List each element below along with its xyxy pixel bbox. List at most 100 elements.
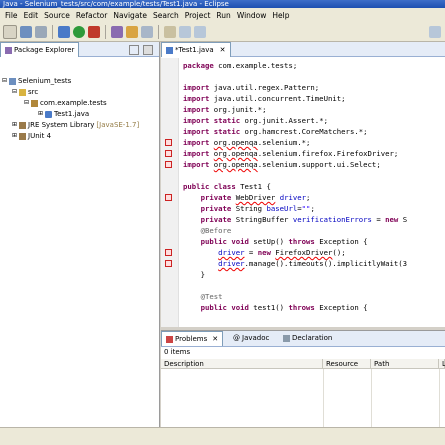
menu-bar: File Edit Source Refactor Navigate Searc… [0, 8, 445, 22]
new-icon[interactable] [3, 24, 17, 39]
code-line[interactable]: } [183, 269, 205, 280]
collapse-icon[interactable]: ⊟ [12, 87, 17, 97]
tree-item-junit[interactable]: ⊞ JUnit 4 [12, 131, 51, 141]
code-token: @Test [183, 292, 223, 301]
code-line[interactable]: import static org.hamcrest.CoreMatchers.… [183, 126, 368, 137]
toolbar-separator [105, 24, 106, 39]
code-line[interactable]: private String baseUrl=""; [183, 203, 315, 214]
toolbar-separator [52, 24, 53, 39]
open-type-icon[interactable] [126, 25, 138, 38]
code-line[interactable]: import org.openqa.selenium.firefox.Firef… [183, 148, 398, 159]
package-explorer-icon [5, 46, 12, 54]
error-marker-icon[interactable] [165, 260, 172, 267]
error-marker-icon[interactable] [165, 161, 172, 168]
forward-icon[interactable] [194, 25, 206, 38]
run-icon[interactable] [73, 25, 85, 38]
code-line[interactable]: public void test1() throws Exception { [183, 302, 368, 313]
tree-item-package[interactable]: ⊟ com.example.tests [24, 98, 107, 108]
annotation-icon[interactable] [164, 25, 176, 38]
code-token: ; [306, 193, 311, 202]
menu-help[interactable]: Help [272, 11, 289, 20]
column-header-resource[interactable]: Resource [323, 359, 371, 369]
menu-window[interactable]: Window [237, 11, 267, 20]
back-icon[interactable] [179, 25, 191, 38]
code-line[interactable]: @Test [183, 291, 223, 302]
menu-project[interactable]: Project [185, 11, 211, 20]
editor-ruler [161, 58, 179, 327]
tab-test1-java[interactable]: *Test1.java ✕ [161, 42, 231, 57]
toolbar-separator [158, 24, 159, 39]
code-line[interactable]: public class Test1 { [183, 181, 271, 192]
new-class-icon[interactable] [111, 25, 123, 38]
tab-declaration[interactable]: Declaration [279, 331, 336, 345]
column-header-description[interactable]: Description [161, 359, 323, 369]
code-token: org.openqa [213, 138, 258, 147]
save-icon[interactable] [20, 25, 32, 38]
menu-edit[interactable]: Edit [24, 11, 39, 20]
code-token: .selenium.*; [257, 138, 311, 147]
code-token: org.junit.*; [209, 105, 267, 114]
code-line[interactable]: public void setUp() throws Exception { [183, 236, 368, 247]
code-line[interactable]: driver = new FirefoxDriver(); [183, 247, 345, 258]
error-marker-icon[interactable] [165, 139, 172, 146]
minimize-icon[interactable] [129, 45, 139, 55]
tab-package-explorer[interactable]: Package Explorer [0, 42, 80, 57]
tree-item-jre-library[interactable]: ⊞ JRE System Library [JavaSE-1.7] [12, 120, 139, 130]
menu-run[interactable]: Run [216, 11, 230, 20]
expand-icon[interactable]: ⊞ [38, 109, 43, 119]
code-line[interactable]: @Before [183, 225, 232, 236]
code-token: import [183, 83, 210, 92]
code-editor[interactable]: *Test1.java ✕ package com.example.tests;… [161, 42, 445, 327]
expand-icon[interactable]: ⊞ [12, 131, 17, 141]
code-token: test1() [248, 303, 289, 312]
menu-file[interactable]: File [5, 11, 18, 20]
code-token: verificationErrors [292, 215, 372, 224]
expand-icon[interactable]: ⊞ [12, 120, 17, 130]
perspective-icon[interactable] [429, 25, 441, 38]
tree-item-src[interactable]: ⊟ src [12, 87, 38, 97]
code-token: Test1 { [235, 182, 271, 191]
code-token: .selenium.support.ui.Select; [257, 160, 381, 169]
column-header-path[interactable]: Path [371, 359, 439, 369]
error-marker-icon[interactable] [165, 150, 172, 157]
search-icon[interactable] [141, 25, 153, 38]
code-line[interactable]: private WebDriver driver; [183, 192, 311, 203]
debug-icon[interactable] [58, 25, 70, 38]
code-line[interactable]: import org.openqa.selenium.*; [183, 137, 310, 148]
menu-refactor[interactable]: Refactor [76, 11, 107, 20]
error-marker-icon[interactable] [165, 249, 172, 256]
error-marker-icon[interactable] [165, 194, 172, 201]
code-line[interactable]: import java.util.regex.Pattern; [183, 82, 319, 93]
package-icon [31, 99, 39, 107]
tab-javadoc[interactable]: @ Javadoc [229, 331, 273, 345]
collapse-icon[interactable]: ⊟ [2, 76, 7, 86]
tree-item-test1-java[interactable]: ⊞ Test1.java [38, 109, 89, 119]
tree-item-project[interactable]: ⊟ Selenium_tests [2, 76, 71, 86]
tab-problems[interactable]: Problems ✕ [161, 331, 224, 346]
code-token: java.util.regex.Pattern; [209, 83, 320, 92]
column-header-location[interactable]: L [439, 359, 445, 369]
code-line[interactable]: import static org.junit.Assert.*; [183, 115, 328, 126]
collapse-icon[interactable]: ⊟ [24, 98, 29, 108]
print-icon[interactable] [35, 25, 47, 38]
menu-search[interactable]: Search [153, 11, 179, 20]
code-line[interactable]: package com.example.tests; [183, 60, 297, 71]
code-line[interactable]: import org.junit.*; [183, 104, 266, 115]
status-bar [0, 427, 445, 445]
maximize-icon[interactable] [143, 45, 153, 55]
code-token: org.openqa [213, 160, 258, 169]
code-token: ; [310, 204, 315, 213]
close-icon[interactable]: ✕ [220, 44, 226, 57]
code-line[interactable]: private StringBuffer verificationErrors … [183, 214, 408, 225]
tab-label: Declaration [292, 334, 333, 342]
external-tools-icon[interactable] [88, 25, 100, 38]
tree-label: Selenium_tests [18, 77, 72, 85]
menu-navigate[interactable]: Navigate [113, 11, 147, 20]
code-line[interactable]: import java.util.concurrent.TimeUnit; [183, 93, 346, 104]
code-line[interactable]: import org.openqa.selenium.support.ui.Se… [183, 159, 381, 170]
menu-source[interactable]: Source [44, 11, 70, 20]
code-token: throws [288, 237, 315, 246]
close-icon[interactable]: ✕ [212, 332, 218, 346]
code-line[interactable]: driver.manage().timeouts().implicitlyWai… [183, 258, 407, 269]
